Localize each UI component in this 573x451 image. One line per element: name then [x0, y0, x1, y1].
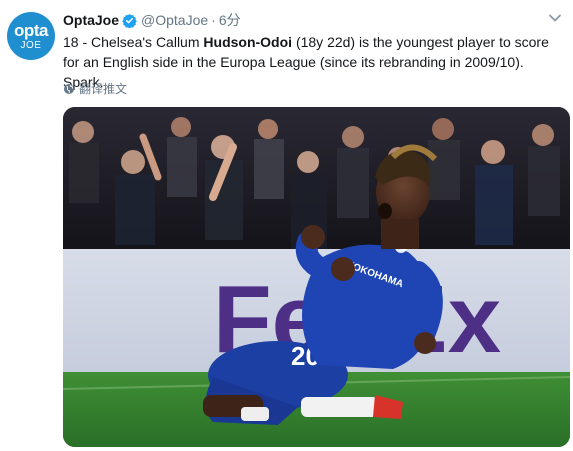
tweet-text-bold-name: Hudson-Odoi: [203, 34, 293, 50]
avatar-logo-line2: JOE: [20, 39, 42, 51]
tweet-text: 18 - Chelsea's Callum Hudson-Odoi (18y 2…: [63, 32, 563, 92]
tweet-timestamp[interactable]: 6分: [219, 10, 241, 30]
tweet-text-part1: 18 - Chelsea's Callum: [63, 34, 204, 50]
header-separator: ·: [211, 12, 216, 28]
avatar-logo-line1: opta: [14, 20, 48, 40]
avatar[interactable]: opta JOE: [7, 12, 55, 60]
tweet-card[interactable]: opta JOE OptaJoe @OptaJoe · 6分 18 - Chel…: [0, 0, 573, 451]
tweet-header: OptaJoe @OptaJoe · 6分: [63, 11, 241, 29]
author-handle[interactable]: @OptaJoe: [141, 12, 208, 28]
translate-tweet-link[interactable]: 翻译推文: [63, 80, 127, 97]
author-name[interactable]: OptaJoe: [63, 12, 119, 28]
verified-badge-icon: [122, 13, 137, 29]
globe-icon: [64, 83, 74, 94]
chevron-down-icon[interactable]: [547, 10, 563, 26]
translate-label: 翻译推文: [79, 82, 128, 96]
tweet-photo[interactable]: FedEx 20 YOKOHAMA: [63, 107, 570, 447]
